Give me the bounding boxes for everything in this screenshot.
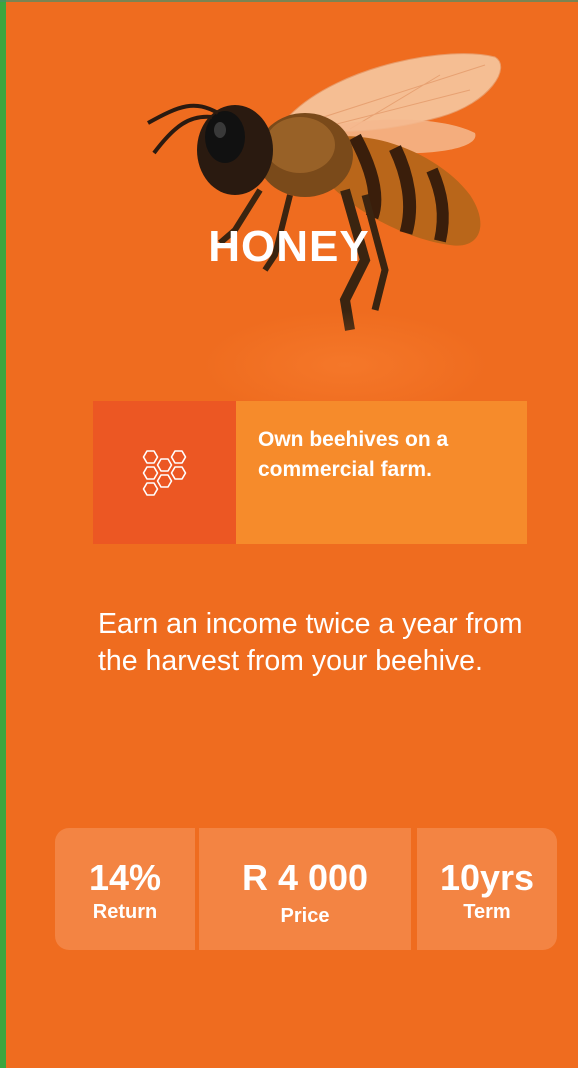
stat-term: 10yrs Term xyxy=(417,828,557,950)
product-description: Earn an income twice a year from the har… xyxy=(98,608,523,677)
honey-product-card: HONEY Own beehives on a commercial farm.… xyxy=(0,0,578,1068)
left-accent-stripe xyxy=(0,0,6,1068)
feature-text-box: Own beehives on a commercial farm. xyxy=(236,401,527,544)
stat-price-value: R 4 000 xyxy=(241,857,369,898)
stat-price-label: Price xyxy=(280,905,330,927)
feature-icon-box xyxy=(93,401,236,544)
stat-term-value: 10yrs xyxy=(439,857,535,898)
honeycomb-icon xyxy=(142,449,186,496)
product-title: HONEY xyxy=(208,222,370,271)
stat-return: 14% Return xyxy=(55,828,195,950)
stat-return-label: Return xyxy=(92,901,158,923)
stat-return-value: 14% xyxy=(88,857,162,898)
feature-block: Own beehives on a commercial farm. xyxy=(93,401,527,544)
top-accent-stripe xyxy=(0,0,578,2)
bee-image xyxy=(147,53,501,331)
feature-text: Own beehives on a commercial farm. xyxy=(258,428,449,481)
stat-price: R 4 000 Price xyxy=(199,828,411,950)
stat-term-label: Term xyxy=(463,901,511,923)
